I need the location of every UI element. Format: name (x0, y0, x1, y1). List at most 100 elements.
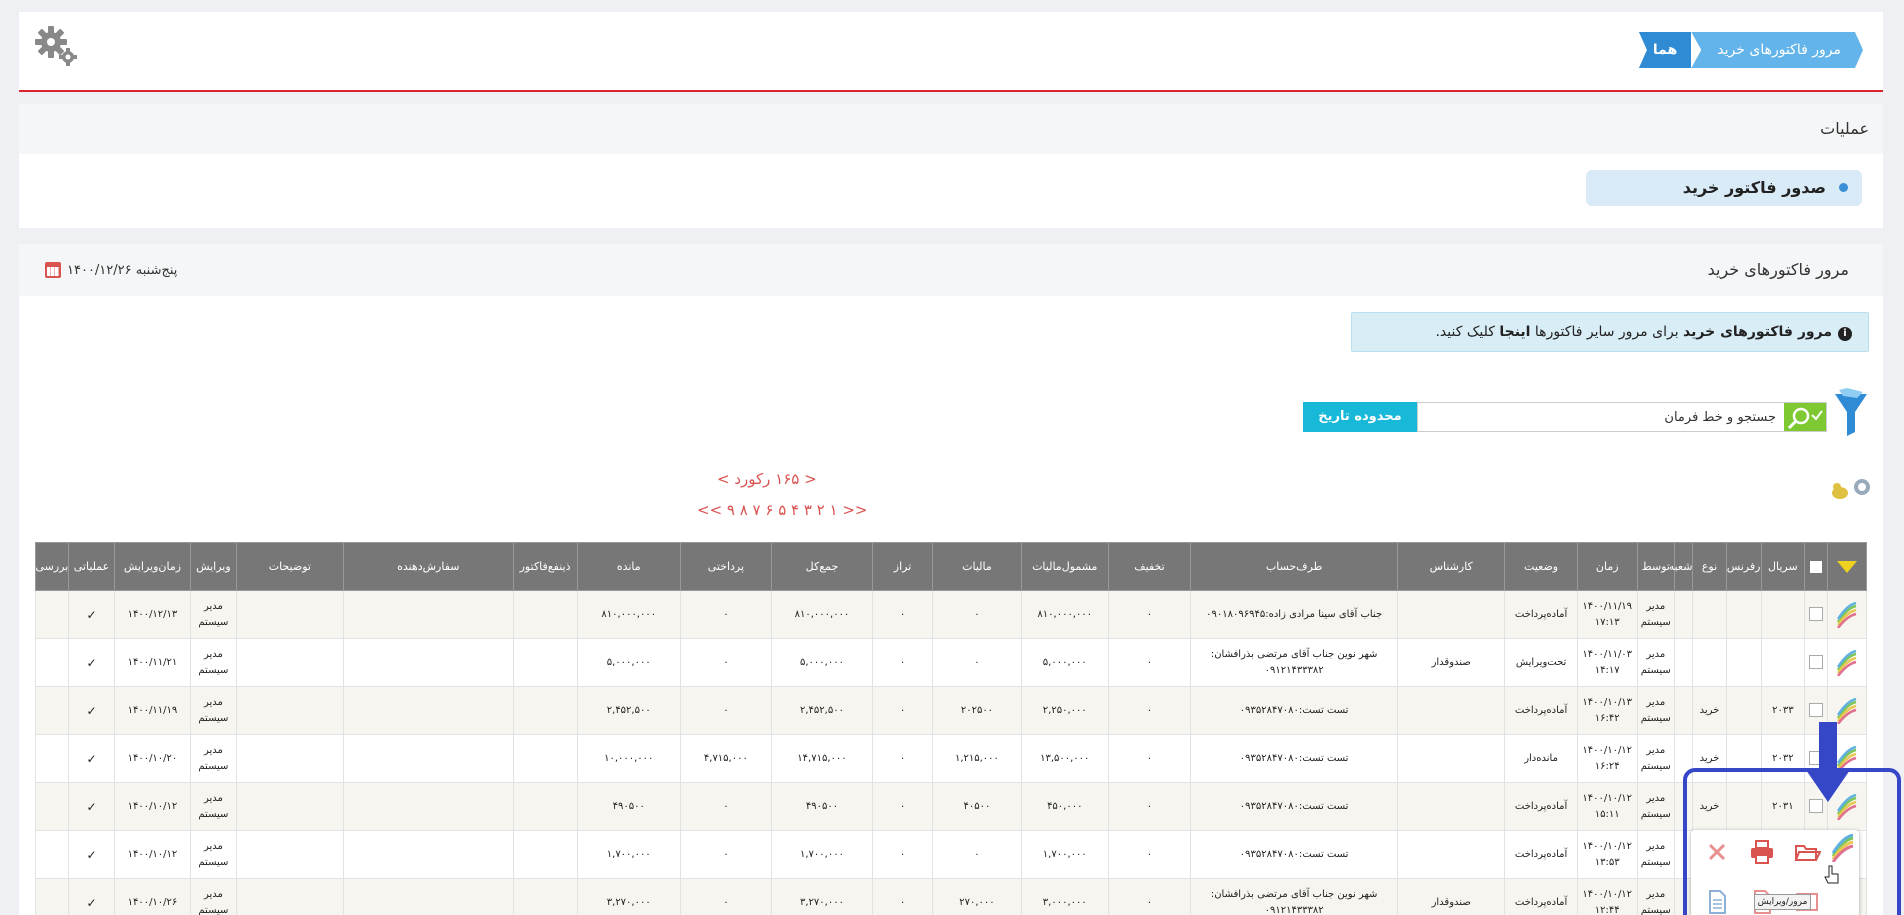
cell-time: ۱۴۰۰/۱۰/۱۲ ۱۲:۴۴ (1576, 878, 1638, 915)
header-paid[interactable]: پرداختی (679, 542, 772, 591)
search-icon[interactable] (1784, 403, 1826, 431)
header-serial[interactable]: سریال (1760, 542, 1806, 591)
header-party[interactable]: طرف‌حساب (1190, 542, 1398, 591)
table-row[interactable]: ۲۰۳۱ خرید مدیر سیستم ۱۴۰۰/۱۰/۱۲ ۱۵:۱۱ آماده‌… (34, 782, 1868, 831)
refresh-icon[interactable] (1851, 476, 1873, 498)
cell-status: آماده‌پرداخت (1504, 830, 1578, 879)
header-branch[interactable]: شعبه (1669, 542, 1694, 591)
breadcrumb-current[interactable]: مرور فاکتورهای خرید (1691, 32, 1863, 68)
cell-remain: ۲,۴۵۲,۵۰۰ (576, 686, 681, 735)
header-edit-time[interactable]: زمان‌ویرایش (113, 542, 192, 591)
header-editor[interactable]: ویرایش (190, 542, 237, 591)
breadcrumb: هما مرور فاکتورهای خرید (1638, 32, 1863, 68)
table-row[interactable]: مدیر سیستم ۱۴۰۰/۱۱/۰۳ ۱۴:۱۷ تحت‌ویرایش صندو… (34, 638, 1868, 687)
header-expert[interactable]: کارشناس (1396, 542, 1506, 591)
breadcrumb-home[interactable]: هما (1638, 32, 1692, 68)
info-alert: i مرور فاکتورهای خرید برای مرور سایر فاکت… (1351, 312, 1869, 352)
page-links[interactable]: << ۹ ۸ ۷ ۶ ۵ ۴ ۳ ۲ ۱ >> (697, 501, 867, 519)
filter-triangle-icon[interactable] (1836, 561, 1857, 573)
cell-beneficiary (512, 782, 578, 831)
cell-taxable: ۳,۰۰۰,۰۰۰ (1020, 878, 1109, 915)
header-remain[interactable]: مانده (576, 542, 681, 591)
header-by[interactable]: توسط (1636, 542, 1675, 591)
date-text: پنج‌شنبه ۱۴۰۰/۱۲/۲۶ (67, 262, 178, 278)
settings-gear-icon[interactable] (33, 24, 79, 70)
issue-purchase-invoice-button[interactable]: صدور فاکتور خرید (1586, 170, 1862, 206)
header-description[interactable]: توضیحات (235, 542, 345, 591)
date-range-button[interactable]: محدوده تاریخ (1303, 402, 1417, 432)
cell-check: ✓ (68, 686, 115, 735)
top-bar: هما مرور فاکتورهای خرید (19, 12, 1883, 92)
info-text-2: کلیک کنید. (1435, 324, 1500, 340)
cell-total: ۱,۷۰۰,۰۰۰ (770, 830, 874, 879)
row-menu-icon[interactable] (1835, 697, 1859, 724)
row-menu-icon[interactable] (1835, 649, 1859, 676)
header-review[interactable]: بررسی (34, 542, 70, 591)
cell-discount: ۰ (1107, 590, 1192, 639)
header-select[interactable] (1804, 542, 1828, 591)
calendar-icon[interactable] (45, 262, 61, 278)
header-operational[interactable]: عملیاتی (68, 542, 115, 591)
cell-desc (235, 638, 345, 687)
filter-funnel-icon[interactable] (1833, 386, 1869, 438)
table-row[interactable]: ۲۰۳۲ خرید مدیر سیستم ۱۴۰۰/۱۰/۱۲ ۱۶:۲۴ مانده‌… (34, 734, 1868, 783)
cell-ref (1725, 686, 1762, 735)
table-row[interactable]: ۲۰۲۹خریدمدیر سیستم۱۴۰۰/۱۰/۱۲ ۱۲:۴۴آماده‌… (34, 878, 1868, 915)
document-icon-blue[interactable] (1703, 888, 1731, 915)
row-icon-cell[interactable] (1826, 590, 1868, 639)
header-discount[interactable]: تخفیف (1107, 542, 1192, 591)
table-row[interactable]: ۲۰۳۰خریدمدیر سیستم۱۴۰۰/۱۰/۱۲ ۱۳:۵۳آماده‌… (34, 830, 1868, 879)
cell-taxable: ۴۵۰,۰۰۰ (1020, 782, 1109, 831)
cell-remain: ۳,۲۷۰,۰۰۰ (576, 878, 681, 915)
header-beneficiary[interactable]: ذینفع‌فاکتور (512, 542, 578, 591)
cell-party: جناب آقای سینا مرادی زاده:۰۹۰۱۸۰۹۶۹۴۵ (1190, 590, 1398, 639)
cell-expert: صندوقدار (1396, 878, 1506, 915)
cell-edit-time: ۱۴۰۰/۱۰/۲۶ (113, 878, 192, 915)
open-folder-icon[interactable] (1793, 838, 1821, 866)
row-checkbox[interactable] (1808, 654, 1823, 669)
row-checkbox[interactable] (1808, 606, 1823, 621)
cell-editor: مدیر سیستم (190, 686, 237, 735)
cell-desc (235, 782, 345, 831)
header-reference[interactable]: رفرنس (1725, 542, 1762, 591)
header-type[interactable]: نوع (1692, 542, 1727, 591)
header-filter[interactable] (1826, 542, 1868, 591)
hand-cursor-icon (1824, 865, 1839, 884)
cell-editor: مدیر سیستم (190, 638, 237, 687)
header-total[interactable]: جمع‌کل (770, 542, 874, 591)
cell-check: ✓ (68, 734, 115, 783)
cell-review (34, 638, 70, 687)
cell-orderer (343, 782, 514, 831)
header-tax[interactable]: مالیات (932, 542, 1022, 591)
cell-branch (1673, 590, 1694, 639)
cell-serial (1760, 638, 1806, 687)
row-menu-icon[interactable] (1835, 601, 1859, 628)
search-input[interactable] (1476, 403, 1776, 431)
duck-icon[interactable] (1829, 480, 1851, 502)
cell-expert (1396, 830, 1506, 879)
info-link[interactable]: اینجا (1499, 324, 1530, 340)
cell-serial: ۲۰۳۳ (1760, 686, 1806, 735)
cell-time: ۱۴۰۰/۱۰/۱۳ ۱۶:۴۲ (1576, 686, 1638, 735)
cell-party: تست تست:۰۹۳۵۲۸۴۷۰۸۰ (1190, 686, 1398, 735)
table-row[interactable]: مدیر سیستم ۱۴۰۰/۱۱/۱۹ ۱۷:۱۳ آماده‌پرداخت جن… (34, 590, 1868, 639)
cell-taxable: ۸۱۰,۰۰۰,۰۰۰ (1020, 590, 1109, 639)
row-icon-cell[interactable] (1826, 638, 1868, 687)
cell-discount: ۰ (1107, 830, 1192, 879)
header-status[interactable]: وضعیت (1504, 542, 1578, 591)
row-select-cell[interactable] (1804, 590, 1828, 639)
row-select-cell[interactable] (1804, 638, 1828, 687)
cell-by: مدیر سیستم (1636, 830, 1675, 879)
print-icon[interactable] (1748, 838, 1776, 866)
header-orderer[interactable]: سفارش‌دهنده (343, 542, 514, 591)
table-header-row: سریال رفرنس نوع شعبه توسط زمان وضعیت کار… (34, 542, 1868, 591)
header-time[interactable]: زمان (1576, 542, 1638, 591)
header-taxable[interactable]: مشمول‌مالیات (1020, 542, 1109, 591)
select-all-checkbox[interactable] (1809, 561, 1822, 573)
records-count[interactable]: < ۱۶۵ رکورد > (717, 470, 817, 488)
delete-icon[interactable] (1703, 838, 1731, 866)
table-row[interactable]: ۲۰۳۳ خرید مدیر سیستم ۱۴۰۰/۱۰/۱۳ ۱۶:۴۲ آماده‌… (34, 686, 1868, 735)
row-checkbox[interactable] (1808, 702, 1823, 717)
cell-review (34, 830, 70, 879)
header-balance[interactable]: تراز (872, 542, 934, 591)
